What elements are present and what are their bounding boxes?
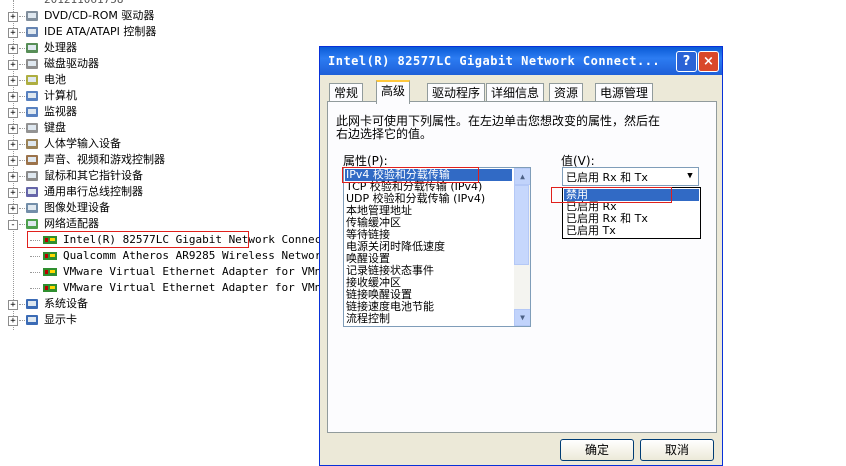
disk-drive-icon [24,58,40,70]
mouse-icon [24,170,40,182]
network-adapter-icon [24,218,40,230]
computer-icon [24,90,40,102]
tree-item-label: IDE ATA/ATAPI 控制器 [44,25,157,38]
expander-icon[interactable]: + [8,156,18,166]
expander-icon[interactable]: + [8,300,18,310]
expander-icon[interactable]: + [8,12,18,22]
tree-item-label: 图像处理设备 [44,201,110,214]
value-option[interactable]: 已启用 Tx [564,225,699,237]
value-combobox[interactable]: 已启用 Rx 和 Tx ▼ [562,167,699,186]
nic-icon [42,250,58,262]
expander-icon[interactable]: + [8,188,18,198]
tab-0[interactable]: 常规 [329,83,364,102]
expander-icon[interactable]: + [8,92,18,102]
expander-icon[interactable]: + [8,172,18,182]
tree-item-label: 系统设备 [44,297,88,310]
expander-icon[interactable]: + [8,316,18,326]
imaging-device-icon [24,202,40,214]
nic-icon [42,282,58,294]
hid-icon [24,138,40,150]
help-button[interactable]: ? [676,51,697,72]
tree-item-label: 网络适配器 [44,217,99,230]
battery-icon [24,74,40,86]
device-tree: 201211061758 + DVD/CD-ROM 驱动器 + IDE ATA/ATA… [0,0,348,458]
processor-icon [24,42,40,54]
description-line-2: 右边选择它的值。 [336,127,433,141]
tree-item-label: 通用串行总线控制器 [44,185,143,198]
tab-2[interactable]: 驱动程序 [427,83,486,102]
network-adapter-label: VMware Virtual Ethernet Adapter for VMne… [63,281,342,294]
tab-5[interactable]: 电源管理 [595,83,654,102]
tree-item-label: 人体学输入设备 [44,137,121,150]
tab-3[interactable]: 详细信息 [486,83,545,102]
keyboard-icon [24,122,40,134]
tree-item-label: 鼠标和其它指针设备 [44,169,143,182]
expander-icon[interactable]: + [8,28,18,38]
annotation-box-value [551,187,672,203]
expander-icon[interactable]: + [8,44,18,54]
usb-icon [24,186,40,198]
adapter-properties-dialog: Intel(R) 82577LC Gigabit Network Connect… [319,46,723,466]
display-adapter-icon [24,314,40,326]
dvd-drive-icon [24,10,40,22]
annotation-box-property [342,167,479,183]
annotation-box-adapter [27,231,249,248]
tree-item-label: 磁盘驱动器 [44,57,99,70]
tab-4[interactable]: 资源 [549,83,584,102]
tree-connector [30,272,40,273]
tree-item-label: DVD/CD-ROM 驱动器 [44,9,155,22]
dialog-titlebar[interactable]: Intel(R) 82577LC Gigabit Network Connect… [320,47,722,75]
expander-icon[interactable]: + [8,204,18,214]
tree-item-label: 电池 [44,73,66,86]
dialog-title: Intel(R) 82577LC Gigabit Network Connect… [328,54,661,68]
tree-item-label: 201211061758 [44,0,123,8]
network-adapter-label: Qualcomm Atheros AR9285 Wireless Network… [63,249,348,262]
tree-connector [30,288,40,289]
monitor-icon [24,106,40,118]
tree-item-label: 计算机 [44,89,77,102]
sound-icon [24,154,40,166]
nic-icon [42,266,58,278]
system-device-icon [24,298,40,310]
expander-icon[interactable]: - [8,220,18,230]
ide-controller-icon [24,26,40,38]
property-item[interactable]: 流程控制 [346,313,390,325]
tree-item-label: 声音、视频和游戏控制器 [44,153,165,166]
expander-icon[interactable]: + [8,140,18,150]
expander-icon[interactable]: + [8,124,18,134]
expander-icon[interactable]: + [8,108,18,118]
tree-item-label: 监视器 [44,105,77,118]
close-button[interactable]: × [698,51,719,72]
property-scrollbar[interactable]: ▲ ▼ [514,168,530,326]
scroll-up-icon[interactable]: ▲ [514,168,530,185]
expander-icon[interactable]: + [8,60,18,70]
tree-item-label: 键盘 [44,121,66,134]
scroll-down-icon[interactable]: ▼ [514,309,530,326]
chevron-down-icon[interactable]: ▼ [682,168,698,185]
expander-icon[interactable]: + [8,76,18,86]
network-adapter-label: VMware Virtual Ethernet Adapter for VMne… [63,265,342,278]
tree-connector [30,256,40,257]
property-listbox[interactable]: IPv4 校验和分载传输 TCP 校验和分载传输 (IPv4) UDP 校验和分载传… [343,167,531,327]
tree-item-label: 处理器 [44,41,77,54]
tab-1[interactable]: 高级 [376,80,411,104]
scroll-thumb[interactable] [514,185,529,265]
tree-item-label: 显示卡 [44,313,77,326]
value-combobox-text: 已启用 Rx 和 Tx [566,171,648,184]
